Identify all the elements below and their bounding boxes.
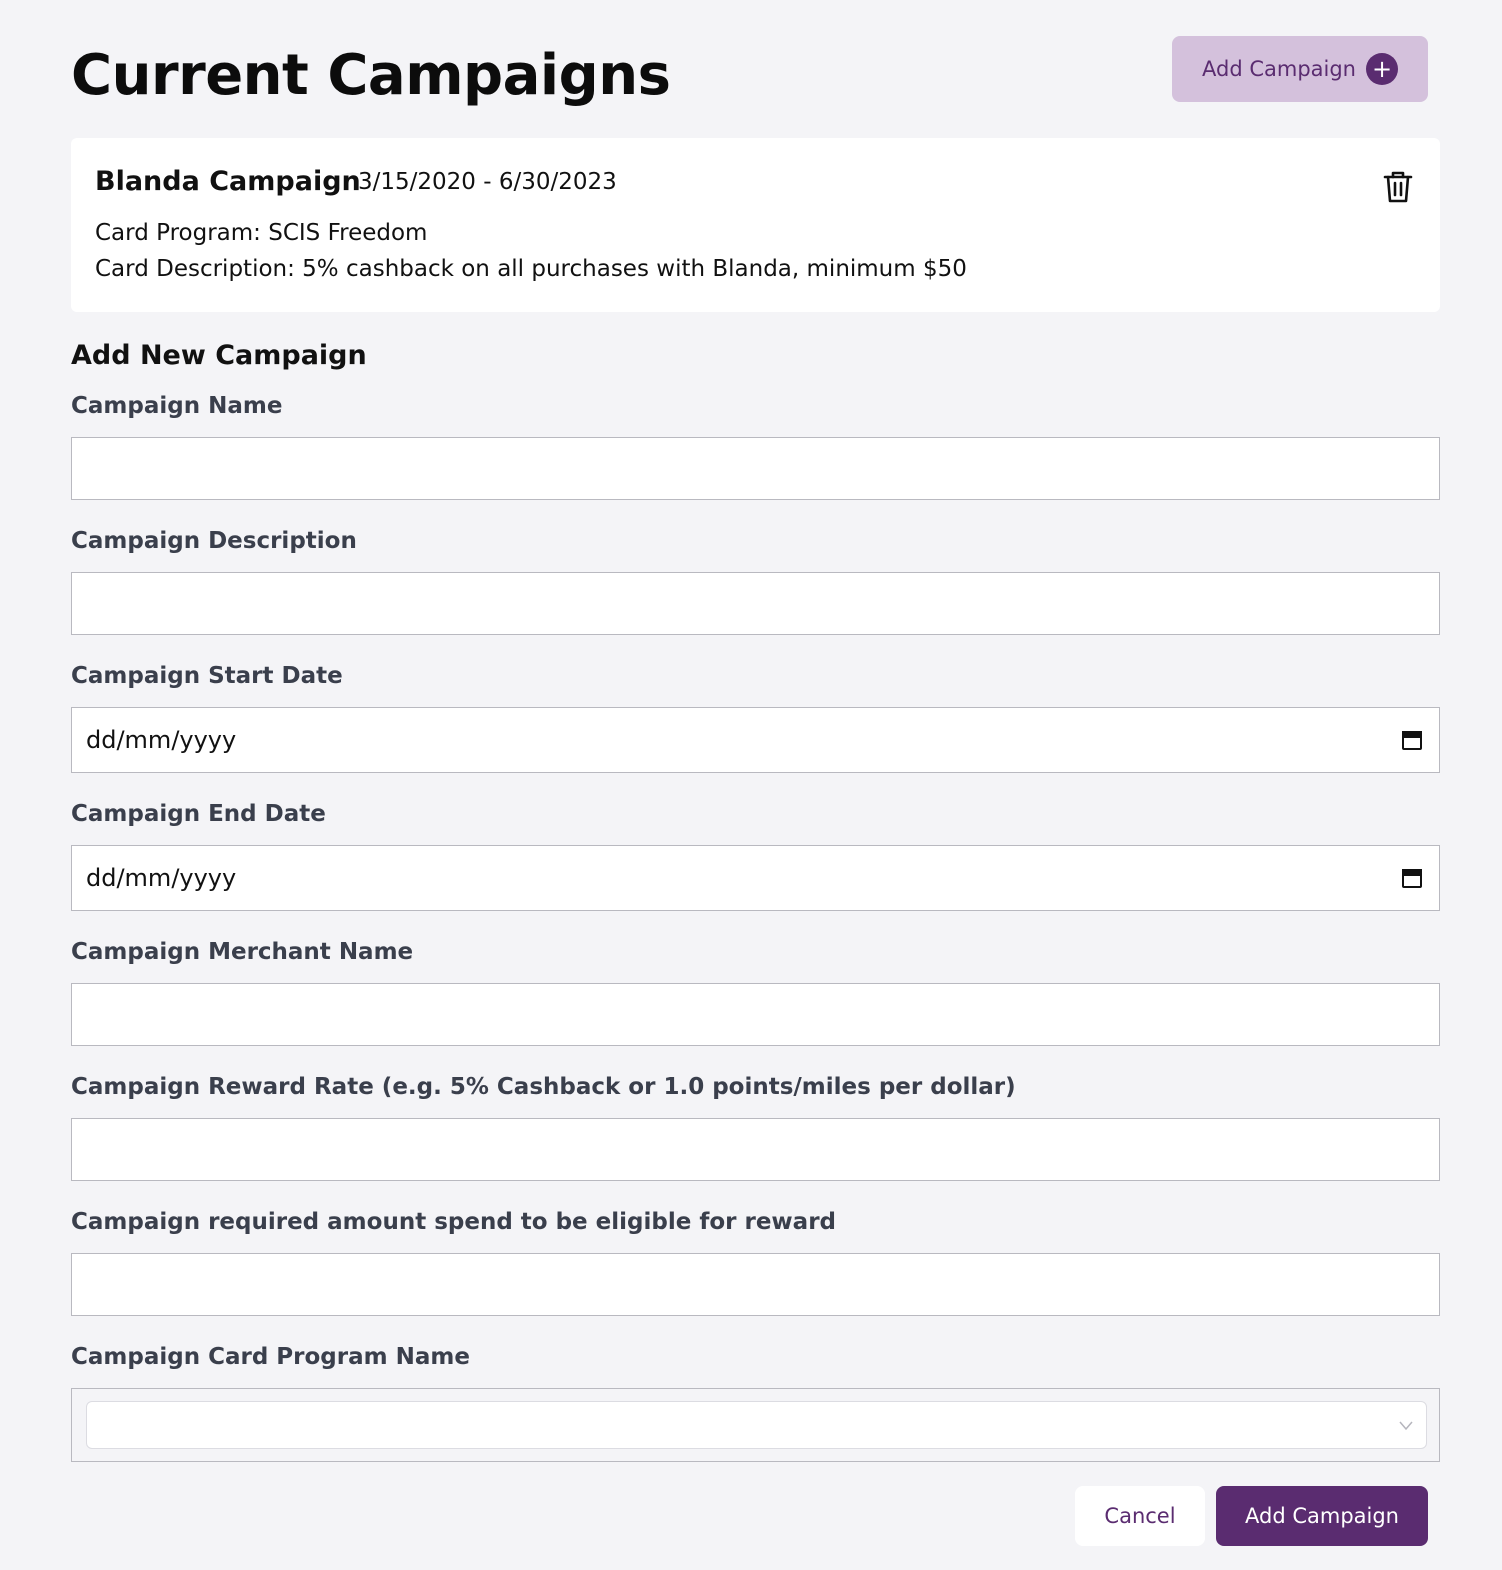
campaign-card-program-container: [71, 1388, 1440, 1462]
campaign-start-date-input[interactable]: dd/mm/yyyy: [71, 707, 1440, 773]
campaign-card-description: Card Description: 5% cashback on all pur…: [95, 256, 967, 282]
start-date-placeholder: dd/mm/yyyy: [86, 726, 237, 754]
campaign-dates: 3/15/2020 - 6/30/2023: [358, 169, 617, 195]
plus-circle-icon: +: [1366, 53, 1398, 85]
calendar-icon[interactable]: [1401, 729, 1423, 751]
campaign-end-date-label: Campaign End Date: [71, 801, 326, 827]
cancel-button[interactable]: Cancel: [1075, 1486, 1205, 1546]
campaign-merchant-label: Campaign Merchant Name: [71, 939, 414, 965]
campaign-name-label: Campaign Name: [71, 393, 283, 419]
page-title: Current Campaigns: [71, 43, 671, 108]
add-campaign-header-button[interactable]: Add Campaign +: [1172, 36, 1428, 102]
campaign-end-date-input[interactable]: dd/mm/yyyy: [71, 845, 1440, 911]
calendar-icon[interactable]: [1401, 867, 1423, 889]
trash-icon: [1383, 171, 1413, 203]
add-campaign-header-label: Add Campaign: [1202, 57, 1356, 81]
campaign-min-spend-label: Campaign required amount spend to be eli…: [71, 1209, 837, 1235]
campaign-description-label: Campaign Description: [71, 528, 357, 554]
campaign-name: Blanda Campaign: [95, 166, 361, 197]
end-date-placeholder: dd/mm/yyyy: [86, 864, 237, 892]
campaign-card-program: Card Program: SCIS Freedom: [95, 220, 428, 246]
campaign-min-spend-input[interactable]: [71, 1253, 1440, 1316]
campaign-name-input[interactable]: [71, 437, 1440, 500]
campaign-reward-rate-label: Campaign Reward Rate (e.g. 5% Cashback o…: [71, 1074, 1016, 1100]
campaign-card-program-label: Campaign Card Program Name: [71, 1344, 470, 1370]
campaign-description-input[interactable]: [71, 572, 1440, 635]
campaign-card: Blanda Campaign 3/15/2020 - 6/30/2023 Ca…: [71, 138, 1440, 312]
campaign-merchant-input[interactable]: [71, 983, 1440, 1046]
form-title: Add New Campaign: [71, 340, 367, 371]
chevron-down-icon: [1399, 1421, 1413, 1431]
campaign-reward-rate-input[interactable]: [71, 1118, 1440, 1181]
add-campaign-submit-button[interactable]: Add Campaign: [1216, 1486, 1428, 1546]
campaign-card-program-select[interactable]: [86, 1401, 1427, 1449]
campaign-start-date-label: Campaign Start Date: [71, 663, 343, 689]
delete-campaign-button[interactable]: [1383, 170, 1413, 204]
